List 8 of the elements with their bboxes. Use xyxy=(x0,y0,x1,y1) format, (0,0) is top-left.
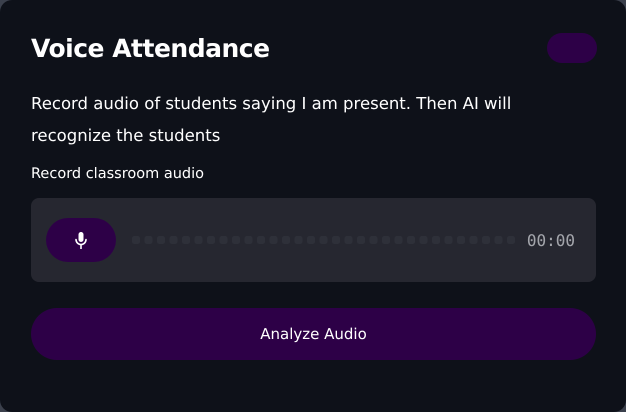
card-title: Voice Attendance xyxy=(31,34,270,62)
microphone-icon xyxy=(75,232,87,248)
recorder-label: Record classroom audio xyxy=(31,166,206,184)
toggle-pill[interactable] xyxy=(547,33,597,63)
description: Record audio of students saying I am present. Then AI will recognize the students xyxy=(31,93,512,147)
record-button[interactable] xyxy=(46,218,116,262)
analyze-button[interactable]: Analyze Audio xyxy=(31,308,596,360)
recording-timer: 00:00 xyxy=(526,230,575,250)
